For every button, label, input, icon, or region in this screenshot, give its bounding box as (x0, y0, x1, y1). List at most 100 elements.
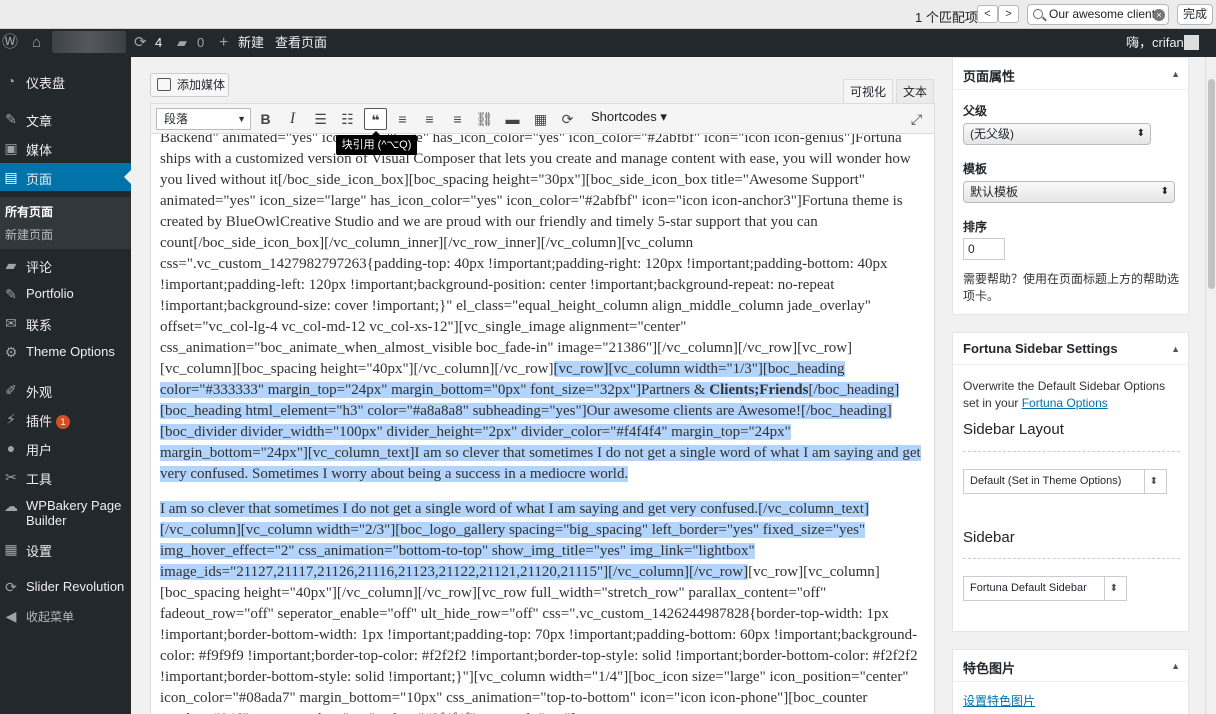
blockquote-tooltip: 块引用 (^⌥Q) (336, 131, 417, 155)
menu-item-theme-options[interactable]: ⚙ Theme Options (0, 338, 131, 366)
menu-item-settings[interactable]: ▦ 设置 (0, 535, 131, 563)
link-icon[interactable]: ⛓ (473, 108, 496, 130)
template-select[interactable]: 默认模板 ⬍ (963, 181, 1175, 203)
pin-icon: ✎ (5, 286, 17, 302)
find-done-button[interactable]: 完成 (1177, 4, 1213, 25)
menu-item-posts[interactable]: ✎ 文章 (0, 105, 131, 133)
fortuna-sidebar-box: Fortuna Sidebar Settings ▲ Overwrite the … (952, 332, 1189, 632)
comments-count[interactable]: 0 (197, 29, 204, 57)
add-media-button[interactable]: 添加媒体 (150, 73, 229, 97)
featured-image-header[interactable]: 特色图片 ▲ (953, 650, 1188, 682)
brush-icon: ✐ (5, 382, 17, 398)
fullscreen-icon[interactable]: ⤢ (905, 108, 928, 130)
media-icon (157, 78, 171, 91)
collapse-icon: ◀ (5, 608, 17, 624)
fortuna-description: Overwrite the Default Sidebar Options se… (963, 379, 1166, 410)
updates-icon[interactable]: ⟳ (134, 29, 147, 57)
fortuna-sidebar-header[interactable]: Fortuna Sidebar Settings ▲ (953, 333, 1188, 365)
find-input[interactable]: Our awesome client × (1027, 4, 1169, 25)
wordpress-logo-icon[interactable]: Ⓦ (2, 29, 18, 57)
view-page-link[interactable]: 查看页面 (275, 29, 327, 57)
order-input[interactable]: 0 (963, 238, 1005, 260)
collapse-arrow-icon[interactable]: ▲ (1171, 661, 1180, 671)
updates-count[interactable]: 4 (155, 29, 162, 57)
bold-icon[interactable]: B (254, 108, 277, 130)
find-prev-button[interactable]: < (977, 5, 998, 23)
menu-item-dashboard[interactable]: ◔ 仪表盘 (0, 67, 131, 95)
submenu-all-pages[interactable]: 所有页面 (5, 203, 53, 220)
menu-item-media[interactable]: ▣ 媒体 (0, 134, 131, 162)
plugins-update-badge: 1 (56, 415, 71, 429)
toolbar-toggle-icon[interactable]: ▦ (529, 108, 552, 130)
admin-bar: Ⓦ ⌂ ⟳ 4 ▰ 0 + 新建 查看页面 嗨，crifan (0, 29, 1216, 57)
menu-item-comments[interactable]: ▰ 评论 (0, 251, 131, 279)
new-content-link[interactable]: 新建 (238, 29, 264, 57)
user-greeting[interactable]: 嗨，crifan (1126, 29, 1184, 57)
mail-icon: ✉ (5, 315, 17, 331)
find-next-button[interactable]: > (998, 5, 1019, 23)
editor-toolbar: 段落 ▼ B I ☰ ☷ ❝ ≡ ≡ ≡ ⛓ ▬ ▦ ⟳ Shortcodes ▾… (150, 103, 935, 134)
menu-item-users[interactable]: ● 用户 (0, 434, 131, 462)
menu-item-appearance[interactable]: ✐ 外观 (0, 376, 131, 404)
scrollbar-thumb[interactable] (1208, 79, 1215, 289)
site-name-blurred[interactable] (52, 31, 126, 53)
shortcodes-dropdown[interactable]: Shortcodes ▾ (591, 109, 667, 125)
collapse-arrow-icon[interactable]: ▲ (1171, 69, 1180, 79)
wpbakery-label-2: Builder (26, 513, 67, 528)
clear-icon[interactable]: × (1153, 9, 1165, 21)
bullet-list-icon[interactable]: ☰ (309, 108, 332, 130)
set-featured-image-link[interactable]: 设置特色图片 (963, 692, 1035, 709)
menu-item-contact[interactable]: ✉ 联系 (0, 309, 131, 337)
shortcode-refresh-icon[interactable]: ⟳ (556, 108, 579, 130)
comment-icon: ▰ (5, 257, 17, 273)
menu-item-plugins[interactable]: ⚡ 插件 1 (0, 405, 131, 433)
parent-select[interactable]: (无父级) ⬍ (963, 123, 1151, 145)
editor-content[interactable]: Backend" animated="yes" icon_size="large… (150, 134, 935, 714)
menu-collapse[interactable]: ◀ 收起菜单 (0, 602, 131, 630)
format-select[interactable]: 段落 ▼ (156, 108, 251, 130)
plugin-icon: ⚡ (6, 411, 16, 427)
menu-item-slider-revolution[interactable]: ⟳ Slider Revolution (0, 573, 131, 601)
chevron-down-icon: ▼ (237, 114, 246, 124)
divider (963, 558, 1180, 559)
settings-icon: ▦ (4, 541, 18, 557)
pages-icon: ▤ (4, 169, 18, 185)
find-match-count: 1 个匹配项 (915, 10, 978, 25)
content-text: [vc_row][vc_column][boc_spacing height="… (160, 564, 918, 714)
plugins-label: 插件 (26, 414, 53, 429)
tab-visual[interactable]: 可视化 (843, 79, 893, 103)
find-bar: 1 个匹配项 < > Our awesome client × 完成 (0, 0, 1216, 29)
numbered-list-icon[interactable]: ☷ (336, 108, 359, 130)
menu-item-wpbakery[interactable]: ☁ WPBakery Page Builder (0, 492, 131, 532)
order-label: 排序 (963, 220, 988, 234)
dashboard-icon: ◔ (6, 73, 16, 89)
home-icon[interactable]: ⌂ (32, 29, 41, 57)
comments-icon[interactable]: ▰ (177, 29, 187, 57)
sidebar-layout-select[interactable]: Default (Set in Theme Options) ⬍ (963, 469, 1167, 494)
user-icon: ● (6, 440, 16, 456)
collapse-arrow-icon[interactable]: ▲ (1171, 344, 1180, 354)
page-scrollbar[interactable] (1205, 57, 1216, 714)
tab-text[interactable]: 文本 (896, 79, 934, 103)
fortuna-options-link[interactable]: Fortuna Options (1022, 396, 1108, 410)
page-attributes-header[interactable]: 页面属性 ▲ (953, 58, 1188, 90)
align-center-icon[interactable]: ≡ (418, 108, 441, 130)
parent-label: 父级 (963, 104, 988, 118)
read-more-icon[interactable]: ▬ (501, 108, 524, 130)
submenu-new-page[interactable]: 新建页面 (5, 226, 53, 243)
align-right-icon[interactable]: ≡ (446, 108, 469, 130)
page-attributes-box: 页面属性 ▲ 父级 (无父级) ⬍ 模板 默认模板 ⬍ 排序 0 需要帮助？使用在页面… (952, 57, 1189, 315)
updown-icon: ⬍ (1136, 128, 1145, 139)
template-label: 模板 (963, 162, 988, 176)
italic-icon[interactable]: I (281, 108, 304, 130)
align-left-icon[interactable]: ≡ (391, 108, 414, 130)
menu-item-pages[interactable]: ▤ 页面 (0, 163, 131, 191)
help-text: 需要帮助？使用在页面标题上方的帮助选项卡。 (963, 272, 1180, 303)
menu-item-portfolio[interactable]: ✎ Portfolio (0, 280, 131, 308)
find-query: Our awesome client (1049, 7, 1156, 21)
menu-item-tools[interactable]: ✂ 工具 (0, 463, 131, 491)
content-paragraph-2: I am so clever that sometimes I do not g… (160, 499, 926, 714)
sidebar-select[interactable]: Fortuna Default Sidebar ⬍ (963, 576, 1127, 601)
avatar[interactable] (1184, 35, 1199, 50)
plus-icon[interactable]: + (219, 29, 228, 57)
